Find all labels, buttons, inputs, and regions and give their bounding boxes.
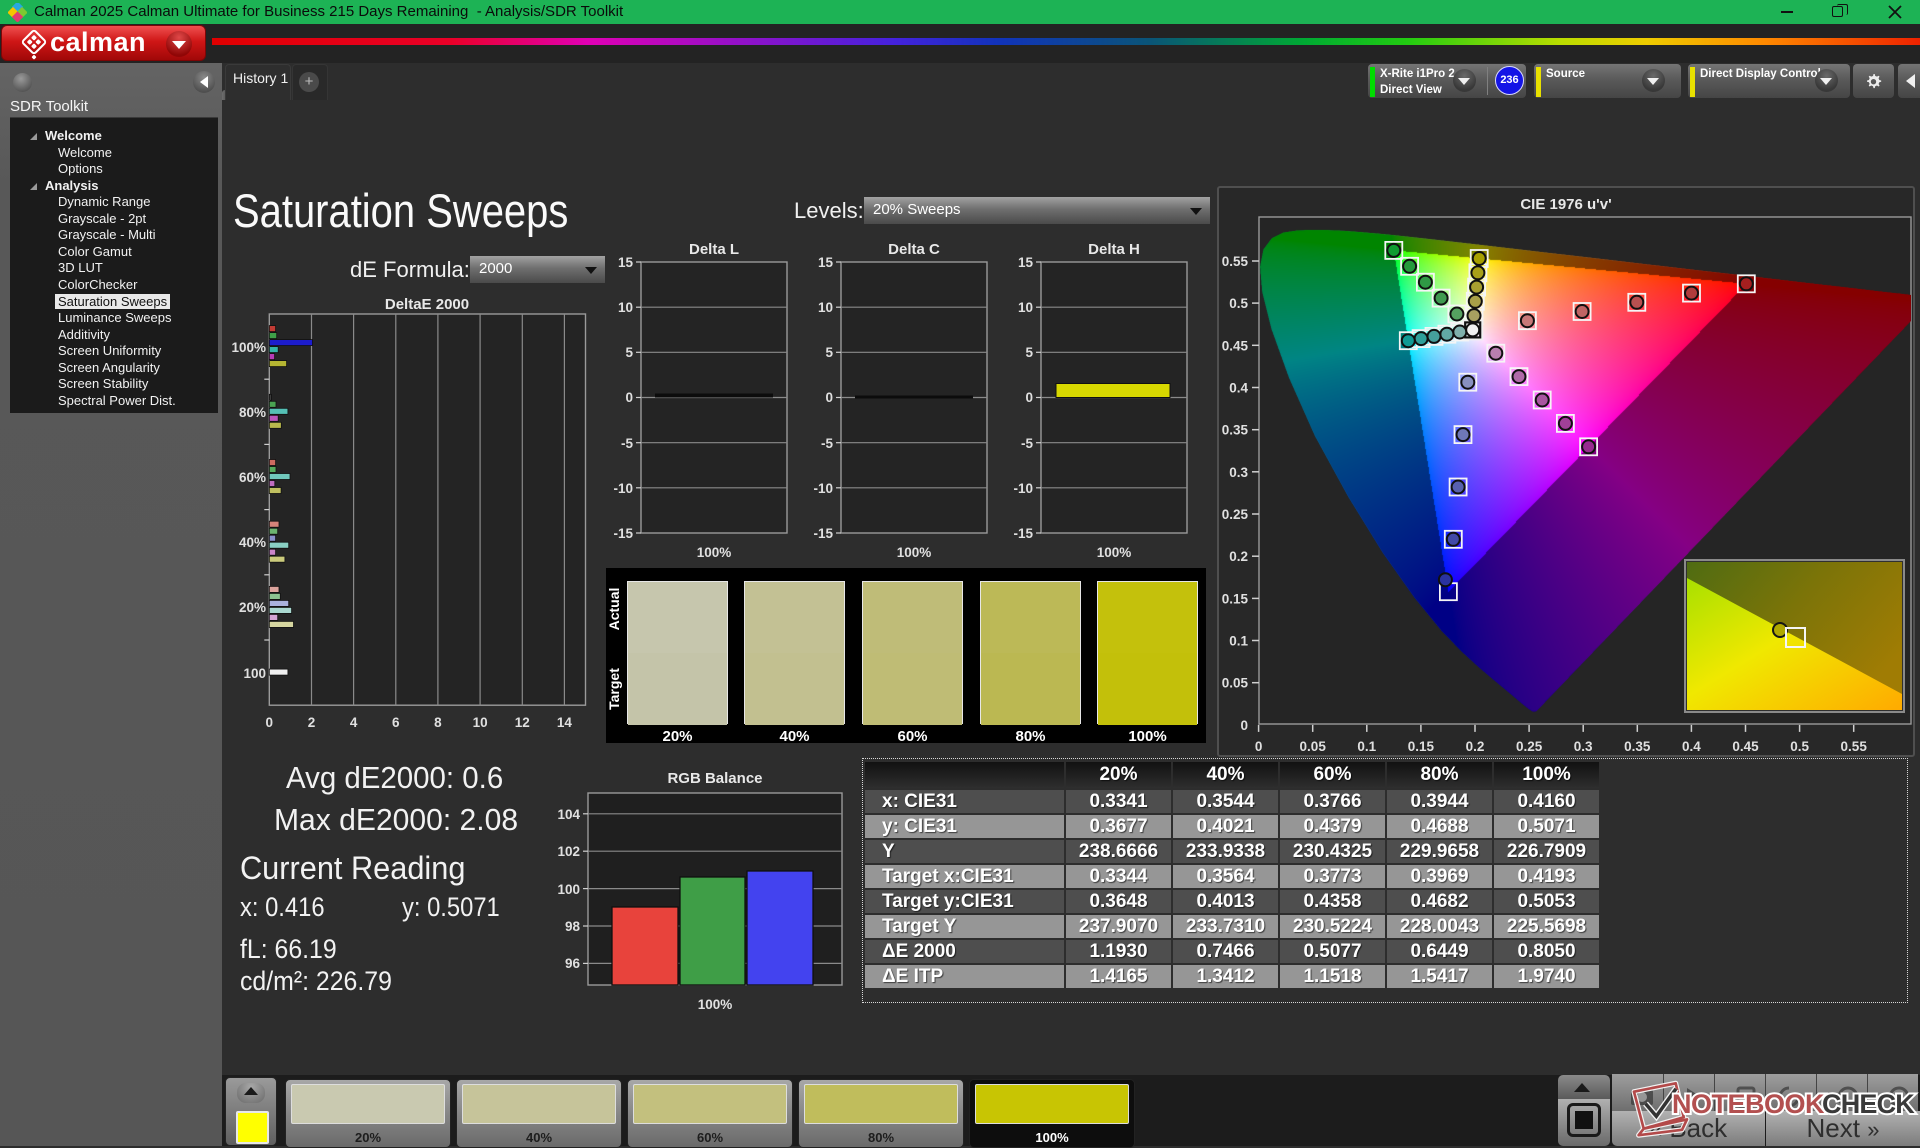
svg-text:-10: -10	[1013, 481, 1033, 496]
svg-text:14: 14	[557, 715, 573, 730]
svg-text:20%: 20%	[239, 600, 266, 615]
svg-text:5: 5	[1025, 345, 1033, 360]
svg-text:15: 15	[818, 255, 834, 270]
svg-text:100: 100	[243, 666, 266, 681]
svg-text:4: 4	[350, 715, 358, 730]
svg-text:5: 5	[825, 345, 833, 360]
svg-text:0: 0	[266, 715, 274, 730]
svg-text:80%: 80%	[239, 405, 266, 420]
svg-text:98: 98	[565, 919, 581, 934]
svg-text:-10: -10	[813, 481, 833, 496]
svg-text:40%: 40%	[239, 535, 266, 550]
svg-text:NOTEBOOK: NOTEBOOK	[1672, 1089, 1825, 1119]
svg-text:2: 2	[308, 715, 316, 730]
svg-text:15: 15	[1018, 255, 1034, 270]
svg-text:-5: -5	[621, 436, 633, 451]
svg-text:12: 12	[515, 715, 530, 730]
svg-text:Delta C: Delta C	[888, 241, 940, 258]
svg-text:0: 0	[1025, 390, 1033, 405]
svg-text:15: 15	[618, 255, 634, 270]
svg-text:100%: 100%	[897, 545, 932, 560]
svg-text:CHECK: CHECK	[1822, 1089, 1915, 1119]
svg-text:8: 8	[434, 715, 442, 730]
svg-text:100%: 100%	[231, 340, 266, 355]
svg-text:-5: -5	[821, 436, 833, 451]
svg-text:0: 0	[625, 390, 633, 405]
svg-text:10: 10	[1018, 300, 1033, 315]
svg-text:10: 10	[818, 300, 833, 315]
svg-text:-15: -15	[813, 526, 833, 541]
svg-text:0: 0	[825, 390, 833, 405]
svg-text:100%: 100%	[698, 997, 733, 1012]
svg-text:104: 104	[557, 807, 580, 822]
svg-text:102: 102	[557, 844, 580, 859]
svg-text:96: 96	[565, 956, 581, 971]
svg-text:Delta H: Delta H	[1088, 241, 1140, 258]
svg-text:-5: -5	[1021, 436, 1033, 451]
svg-text:-15: -15	[613, 526, 633, 541]
svg-text:10: 10	[618, 300, 633, 315]
svg-text:100%: 100%	[1097, 545, 1132, 560]
svg-text:-10: -10	[613, 481, 633, 496]
svg-text:100%: 100%	[697, 545, 732, 560]
svg-text:5: 5	[625, 345, 633, 360]
svg-text:100: 100	[557, 882, 580, 897]
svg-text:6: 6	[392, 715, 400, 730]
svg-text:10: 10	[473, 715, 488, 730]
svg-text:RGB Balance: RGB Balance	[667, 770, 762, 787]
svg-text:DeltaE 2000: DeltaE 2000	[385, 296, 469, 313]
svg-text:Delta L: Delta L	[689, 241, 739, 258]
svg-text:-15: -15	[1013, 526, 1033, 541]
svg-text:60%: 60%	[239, 470, 266, 485]
